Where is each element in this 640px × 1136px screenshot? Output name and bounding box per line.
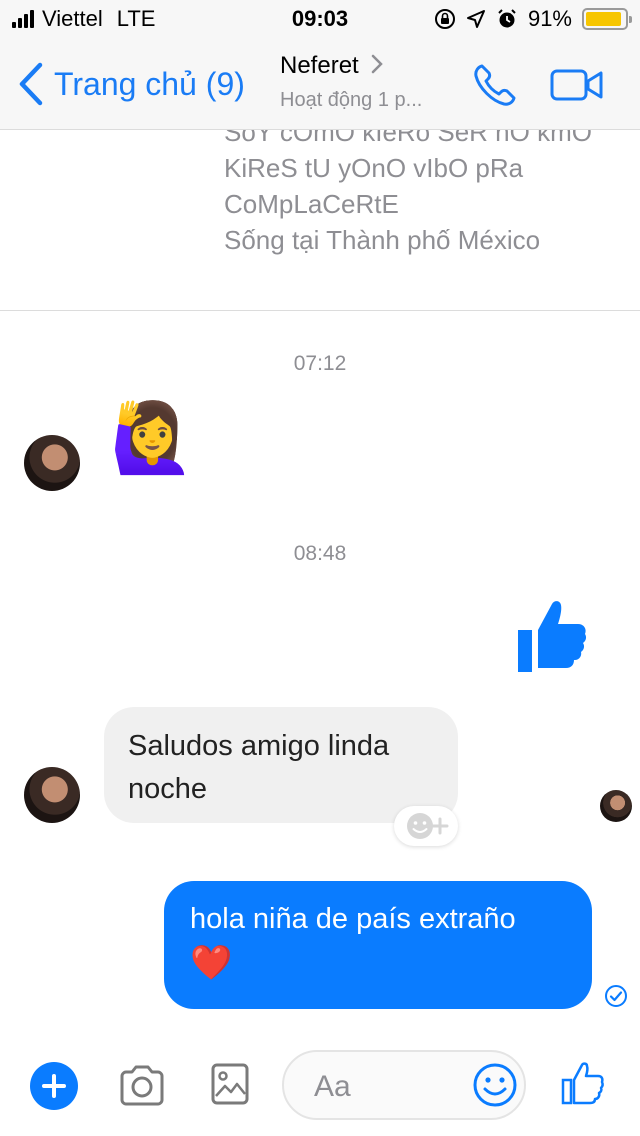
camera-icon bbox=[120, 1065, 164, 1106]
message-timestamp: 07:12 bbox=[293, 352, 347, 375]
outgoing-message-bubble[interactable]: hola niña de país extraño ❤️ bbox=[164, 881, 592, 1009]
image-icon bbox=[211, 1063, 249, 1105]
location-arrow-icon bbox=[466, 10, 485, 28]
smiley-plus-icon bbox=[407, 813, 449, 839]
video-call-button[interactable] bbox=[550, 68, 604, 107]
contact-name: Neferet bbox=[280, 51, 359, 79]
read-receipt-avatar bbox=[600, 790, 632, 822]
phone-icon bbox=[474, 64, 516, 106]
contact-avatar[interactable] bbox=[24, 435, 80, 491]
incoming-message-bubble[interactable]: Saludos amigo linda noche bbox=[104, 707, 458, 823]
camera-button[interactable] bbox=[118, 1064, 166, 1111]
back-label: Trang chủ (9) bbox=[54, 65, 245, 102]
status-bar: Viettel LTE 09:03 91% bbox=[0, 0, 640, 40]
message-input[interactable]: Aa bbox=[282, 1050, 526, 1120]
battery-level bbox=[586, 12, 621, 26]
bio-line: KiReS tU yOnO vIbO pRa bbox=[224, 153, 524, 183]
bio-line: SoY cOmO kIeRo SeR nO kmO bbox=[224, 130, 592, 147]
divider bbox=[0, 310, 640, 311]
outgoing-message-text: hola niña de país extraño bbox=[190, 903, 516, 935]
bio-lines: SoY cOmO kIeRo SeR nO kmO KiReS tU yOnO v… bbox=[224, 130, 634, 258]
message-timestamp: 08:48 bbox=[293, 542, 347, 565]
more-options-button[interactable] bbox=[30, 1062, 78, 1110]
orientation-lock-icon bbox=[434, 9, 455, 29]
plus-icon bbox=[42, 1074, 66, 1098]
battery-icon bbox=[582, 8, 632, 30]
video-camera-icon bbox=[550, 69, 603, 101]
chevron-right-icon bbox=[371, 50, 383, 81]
contact-info[interactable]: Neferet Hoạt động 1 p... bbox=[280, 50, 460, 112]
bio-line: Sống tại Thành phố México bbox=[224, 225, 541, 255]
chevron-left-icon bbox=[19, 62, 43, 106]
alarm-clock-icon bbox=[498, 9, 516, 28]
sent-like-message[interactable] bbox=[516, 598, 588, 679]
add-reaction-button[interactable] bbox=[394, 806, 458, 846]
battery-percent: 91% bbox=[527, 6, 572, 31]
send-like-button[interactable] bbox=[560, 1060, 606, 1111]
call-button[interactable] bbox=[472, 62, 518, 113]
contact-title-row: Neferet bbox=[280, 50, 460, 81]
heart-emoji: ❤️ bbox=[190, 943, 233, 983]
back-button[interactable]: Trang chủ (9) bbox=[18, 62, 245, 106]
delivered-check-icon bbox=[604, 984, 628, 1013]
message-input-placeholder: Aa bbox=[314, 1070, 351, 1103]
thumbs-up-icon bbox=[561, 1062, 604, 1105]
activity-status: Hoạt động 1 p... bbox=[280, 89, 423, 111]
emoji-message[interactable]: 🙋‍♀️ bbox=[110, 405, 195, 473]
bio-line: CoMpLaCeRtE bbox=[224, 189, 399, 219]
thumbs-up-icon bbox=[518, 601, 587, 672]
status-bar-right: 91% bbox=[434, 6, 632, 32]
gallery-button[interactable] bbox=[210, 1062, 250, 1111]
smiley-icon bbox=[473, 1063, 517, 1107]
emoji-picker-button[interactable] bbox=[472, 1062, 518, 1113]
contact-avatar[interactable] bbox=[24, 767, 80, 823]
profile-bio: SoY cOmO kIeRo SeR nO kmO KiReS tU yOnO v… bbox=[224, 130, 634, 260]
conversation-header: Trang chủ (9) Neferet Hoạt động 1 p... bbox=[0, 40, 640, 130]
message-composer: Aa bbox=[0, 1040, 640, 1136]
